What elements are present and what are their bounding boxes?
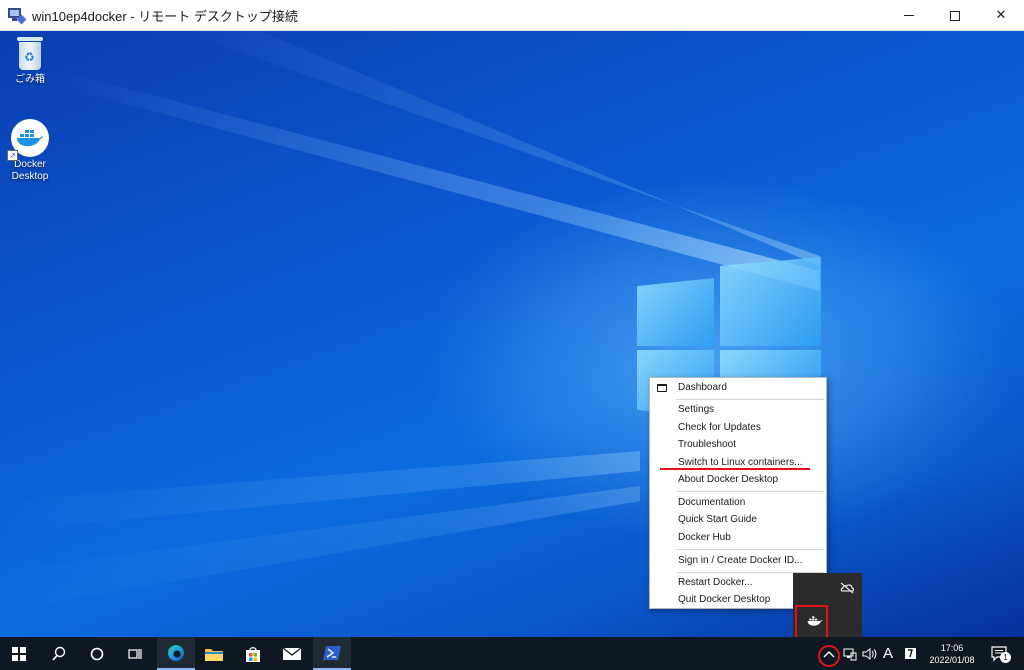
search-icon <box>52 646 66 661</box>
network-tray-button[interactable] <box>840 637 860 670</box>
ime-pad-button[interactable] <box>899 637 921 670</box>
docker-whale-icon: ↗ <box>7 119 49 161</box>
notification-count-badge: 1 <box>1000 652 1011 663</box>
menu-item-sign-in[interactable]: Sign in / Create Docker ID... <box>650 552 826 569</box>
menu-item-documentation[interactable]: Documentation <box>650 494 826 511</box>
onedrive-offline-icon[interactable] <box>839 581 855 598</box>
window-title: win10ep4docker - リモート デスクトップ接続 <box>32 8 298 24</box>
ime-mode-label: A <box>882 645 893 662</box>
clock-time: 17:06 <box>940 642 964 653</box>
minimize-icon <box>904 15 914 16</box>
taskbar-microsoft-store[interactable] <box>234 637 272 670</box>
search-button[interactable] <box>40 637 78 670</box>
taskbar-file-explorer[interactable] <box>195 637 233 670</box>
menu-item-check-for-updates[interactable]: Check for Updates <box>650 419 826 436</box>
powershell-icon <box>323 645 341 660</box>
menu-separator <box>676 549 824 550</box>
volume-tray-button[interactable] <box>858 637 880 670</box>
annotation-red-box <box>795 605 828 639</box>
wallpaper-light-rays <box>0 31 820 611</box>
speaker-icon <box>862 647 877 660</box>
minimize-button[interactable] <box>886 0 932 31</box>
taskbar-edge[interactable] <box>157 637 195 670</box>
windows-start-icon <box>12 646 26 661</box>
edge-browser-icon <box>168 644 184 661</box>
annotation-red-underline <box>660 468 810 470</box>
menu-item-docker-hub[interactable]: Docker Hub <box>650 529 826 546</box>
cortana-button[interactable] <box>78 637 116 670</box>
recycle-bin-icon: ♻ <box>15 37 45 71</box>
network-icon <box>843 648 857 660</box>
annotation-red-circle <box>818 645 840 667</box>
menu-item-about-docker-desktop[interactable]: About Docker Desktop <box>650 471 826 488</box>
folder-icon <box>205 648 223 661</box>
store-bag-icon <box>246 646 260 662</box>
close-button[interactable]: ✕ <box>978 0 1024 31</box>
menu-item-troubleshoot[interactable]: Troubleshoot <box>650 436 826 453</box>
task-view-icon <box>128 648 142 659</box>
cortana-circle-icon <box>90 647 104 660</box>
desktop-icon-recycle-bin[interactable]: ♻ ごみ箱 <box>0 37 60 86</box>
maximize-icon <box>950 10 960 21</box>
shortcut-arrow-icon: ↗ <box>7 150 18 161</box>
mail-icon <box>282 646 302 660</box>
desktop-icon-label: ごみ箱 <box>15 74 45 85</box>
desktop-icon-label: Docker Desktop <box>11 159 49 182</box>
desktop-icon-docker-desktop[interactable]: ↗ Docker Desktop <box>0 119 60 183</box>
taskbar-powershell[interactable] <box>313 637 351 670</box>
menu-item-quick-start-guide[interactable]: Quick Start Guide <box>650 511 826 528</box>
start-button[interactable] <box>0 637 38 670</box>
taskbar: A 17:06 2022/01/08 1 <box>0 637 1024 670</box>
action-center-button[interactable]: 1 <box>985 637 1015 670</box>
dashboard-icon <box>657 384 667 392</box>
desktop[interactable]: ♻ ごみ箱 ↗ Docker Desktop <box>0 31 1024 637</box>
menu-item-dashboard[interactable]: Dashboard <box>650 379 826 396</box>
window-titlebar[interactable]: win10ep4docker - リモート デスクトップ接続 ✕ <box>0 0 1024 31</box>
close-icon: ✕ <box>995 8 1007 23</box>
remote-desktop-icon <box>8 7 27 25</box>
clock-date: 2022/01/08 <box>929 654 975 665</box>
menu-separator <box>676 491 824 492</box>
menu-separator <box>676 399 824 400</box>
maximize-button[interactable] <box>932 0 978 31</box>
task-view-button[interactable] <box>116 637 154 670</box>
clock-button[interactable]: 17:06 2022/01/08 <box>921 637 983 670</box>
taskbar-mail[interactable] <box>273 637 311 670</box>
menu-item-settings[interactable]: Settings <box>650 401 826 418</box>
ime-mode-button[interactable]: A <box>878 637 898 670</box>
ime-pad-icon <box>904 648 916 659</box>
